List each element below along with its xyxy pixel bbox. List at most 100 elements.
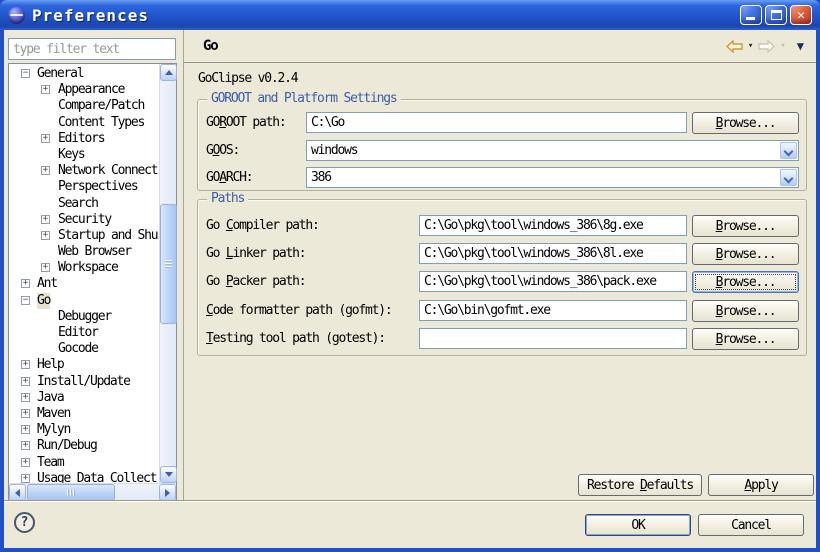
tree-item-perspectives[interactable]: Perspectives (9, 179, 159, 195)
browse-compiler-button[interactable]: Browse... (692, 215, 799, 237)
collapse-icon[interactable]: − (21, 296, 30, 305)
minimize-icon (746, 17, 755, 20)
tree-item-usage-data-collect[interactable]: +Usage Data Collect (9, 471, 159, 483)
tree-item-label: Run/Debug (37, 438, 97, 454)
footer-separator (4, 500, 816, 502)
tree-item-appearance[interactable]: + Appearance (9, 82, 159, 98)
expand-icon[interactable]: + (21, 425, 30, 434)
horizontal-scroll-thumb[interactable] (27, 484, 115, 501)
tree-item-mylyn[interactable]: + Mylyn (9, 422, 159, 438)
tree-item-run-debug[interactable]: + Run/Debug (9, 438, 159, 454)
tree-item-install-update[interactable]: + Install/Update (9, 374, 159, 390)
packer-path-row: Go Packer path: Browse... (198, 271, 806, 293)
combo-arrow-button[interactable] (780, 169, 797, 186)
tree-item-label: Appearance (58, 82, 124, 98)
forward-icon[interactable] (758, 40, 775, 53)
tree-item-keys[interactable]: Keys (9, 147, 159, 163)
expand-icon[interactable]: + (21, 360, 30, 369)
collapse-icon[interactable]: − (21, 69, 30, 78)
goos-select[interactable]: windows (306, 140, 799, 161)
tree-item-label: Mylyn (37, 422, 70, 438)
view-menu-icon[interactable]: ▼ (797, 39, 804, 53)
browse-goroot-button[interactable]: Browse... (692, 112, 799, 134)
page-title: Go (203, 38, 217, 54)
goroot-path-input[interactable] (306, 112, 687, 133)
tree-item-java[interactable]: +Java (9, 390, 159, 406)
back-dropdown-icon[interactable]: ▾ (748, 41, 753, 51)
tree-item-label: Install/Update (37, 374, 130, 390)
tree-item-debugger[interactable]: Debugger (9, 309, 159, 325)
goarch-select[interactable]: 386 (306, 167, 799, 188)
expand-icon[interactable]: + (21, 441, 30, 450)
tree-item-label: Security (58, 212, 111, 228)
scroll-down-button[interactable] (160, 466, 177, 483)
expand-icon[interactable]: + (41, 215, 50, 224)
close-button[interactable]: ✕ (790, 5, 812, 25)
back-icon[interactable] (726, 40, 743, 53)
help-button[interactable]: ? (14, 512, 35, 533)
expand-icon[interactable]: + (21, 377, 30, 386)
tree-item-label: Keys (58, 147, 85, 163)
tree-item-network-connect[interactable]: +Network Connect (9, 163, 159, 179)
scroll-right-button[interactable] (159, 484, 176, 501)
expand-icon[interactable]: + (41, 166, 50, 175)
tree-item-gocode[interactable]: Gocode (9, 341, 159, 357)
cancel-button[interactable]: Cancel (698, 514, 804, 536)
tree-item-editors[interactable]: +Editors (9, 131, 159, 147)
expand-icon[interactable]: + (41, 85, 50, 94)
filter-input[interactable] (8, 38, 176, 60)
go-linker-path-input[interactable] (419, 243, 687, 264)
scroll-left-button[interactable] (9, 484, 26, 501)
scroll-up-button[interactable] (160, 64, 177, 81)
tree-item-workspace[interactable]: +Workspace (9, 260, 159, 276)
vertical-scroll-thumb[interactable] (160, 204, 177, 324)
go-compiler-path-input[interactable] (419, 215, 687, 236)
tree-item-compare-patch[interactable]: Compare/Patch (9, 98, 159, 114)
tree-item-content-types[interactable]: Content Types (9, 115, 159, 131)
expand-icon[interactable]: + (41, 231, 50, 240)
expand-icon[interactable]: + (21, 393, 30, 402)
expand-icon[interactable]: + (21, 279, 30, 288)
goarch-row: GOARCH: 386 (198, 167, 806, 189)
tree-item-team[interactable]: +Team (9, 455, 159, 471)
tree-item-ant[interactable]: +Ant (9, 276, 159, 292)
tree-item-security[interactable]: + Security (9, 212, 159, 228)
maximize-button[interactable] (765, 5, 787, 25)
tree-item-startup-and-shu[interactable]: +Startup and Shu (9, 228, 159, 244)
expand-icon[interactable]: + (21, 458, 30, 467)
tree-item-search[interactable]: Search (9, 196, 159, 212)
tree-vertical-scrollbar[interactable] (159, 64, 176, 483)
eclipse-icon (8, 7, 25, 24)
expand-icon[interactable]: + (41, 263, 50, 272)
tree-item-maven[interactable]: +Maven (9, 406, 159, 422)
expand-icon[interactable]: + (41, 134, 50, 143)
tree-item-help[interactable]: +Help (9, 357, 159, 373)
combo-arrow-button[interactable] (780, 142, 797, 159)
tree-item-editor[interactable]: Editor (9, 325, 159, 341)
expand-icon[interactable]: + (21, 409, 30, 418)
tree-item-label: Web Browser (58, 244, 131, 260)
tree-item-web-browser[interactable]: Web Browser (9, 244, 159, 260)
browse-packer-button[interactable]: Browse... (692, 271, 799, 293)
tree-item-label: Content Types (58, 115, 144, 131)
minimize-button[interactable] (740, 5, 762, 25)
tree-item-go[interactable]: −Go (9, 293, 159, 309)
preference-page-panel: Go ▾ ▾ ▼ GoClipse v0.2.4 GOROOT and Plat… (183, 30, 816, 500)
browse-linker-button[interactable]: Browse... (692, 243, 799, 265)
ok-button[interactable]: OK (585, 514, 691, 536)
tree-horizontal-scrollbar[interactable] (9, 483, 176, 500)
gofmt-path-input[interactable] (419, 300, 687, 321)
tree-item-label: Search (58, 196, 98, 212)
forward-dropdown-icon[interactable]: ▾ (780, 41, 785, 51)
go-packer-path-input[interactable] (419, 271, 687, 292)
browse-gotest-button[interactable]: Browse... (692, 328, 799, 350)
expand-icon[interactable]: + (21, 474, 30, 483)
packer-path-label: Go Packer path: (206, 274, 305, 289)
tree-item-general[interactable]: −General (9, 66, 159, 82)
restore-defaults-button[interactable]: Restore Defaults (578, 474, 702, 496)
goroot-path-label: GOROOT path: (206, 115, 286, 130)
browse-gofmt-button[interactable]: Browse... (692, 300, 799, 322)
titlebar[interactable]: Preferences ✕ (0, 0, 820, 30)
gotest-path-input[interactable] (419, 328, 687, 349)
apply-button[interactable]: Apply (708, 474, 814, 496)
